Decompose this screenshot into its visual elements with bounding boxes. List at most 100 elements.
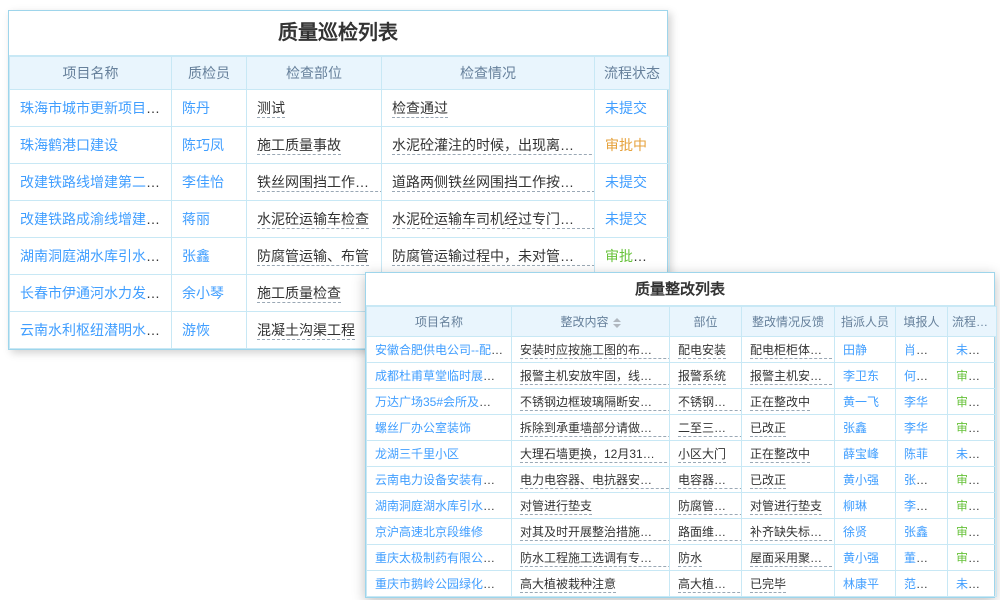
assignee-link[interactable]: 田静 xyxy=(843,343,867,357)
cell-inspector[interactable]: 蒋丽 xyxy=(172,201,247,238)
cell-assignee[interactable]: 张鑫 xyxy=(835,415,896,441)
table-row[interactable]: 湖南洞庭湖水库引水工...张鑫防腐管运输、布管防腐管运输过程中，未对管进行...… xyxy=(10,238,670,275)
table-row[interactable]: 京沪高速北京段维修对其及时开展整治措施，桥头...路面维修检...补齐缺失标志.… xyxy=(367,519,997,545)
reporter-link[interactable]: 陈菲 xyxy=(904,447,928,461)
assignee-link[interactable]: 徐贤 xyxy=(843,525,867,539)
project-name-link[interactable]: 湖南洞庭湖水库引水工... xyxy=(20,248,172,264)
cell-assignee[interactable]: 柳琳 xyxy=(835,493,896,519)
table-row[interactable]: 重庆市鹅岭公园绿化景观提升...高大植被栽种注意高大植被栽种已完毕林康平范思哲未… xyxy=(367,571,997,597)
cell-project-name[interactable]: 龙湖三千里小区 xyxy=(367,441,512,467)
project-name-link[interactable]: 螺丝厂办公室装饰 xyxy=(375,421,471,435)
sort-icon[interactable] xyxy=(613,316,621,330)
reporter-link[interactable]: 肖亚军 xyxy=(904,343,940,357)
cell-project-name[interactable]: 长春市伊通河水力发电... xyxy=(10,275,172,312)
reporter-link[interactable]: 张小东 xyxy=(904,473,940,487)
project-name-link[interactable]: 湖南洞庭湖水库引水工程施工1标 xyxy=(375,499,512,513)
cell-project-name[interactable]: 湖南洞庭湖水库引水工程施工1标 xyxy=(367,493,512,519)
assignee-link[interactable]: 林康平 xyxy=(843,577,879,591)
project-name-link[interactable]: 龙湖三千里小区 xyxy=(375,447,459,461)
cell-inspector[interactable]: 陈巧凤 xyxy=(172,127,247,164)
cell-reporter[interactable]: 李华 xyxy=(896,389,948,415)
cell-project-name[interactable]: 重庆太极制药有限公司亳州中... xyxy=(367,545,512,571)
reporter-link[interactable]: 董清平 xyxy=(904,551,940,565)
cell-project-name[interactable]: 螺丝厂办公室装饰 xyxy=(367,415,512,441)
cell-assignee[interactable]: 田静 xyxy=(835,337,896,363)
cell-reporter[interactable]: 肖亚军 xyxy=(896,337,948,363)
cell-assignee[interactable]: 徐贤 xyxy=(835,519,896,545)
table-row[interactable]: 云南电力设备安装有限公司20...电力电容器、电抗器安装方案,...电容器安装.… xyxy=(367,467,997,493)
cell-reporter[interactable]: 范思哲 xyxy=(896,571,948,597)
cell-assignee[interactable]: 李卫东 xyxy=(835,363,896,389)
cell-project-name[interactable]: 云南电力设备安装有限公司20... xyxy=(367,467,512,493)
cell-project-name[interactable]: 重庆市鹅岭公园绿化景观提升... xyxy=(367,571,512,597)
cell-inspector[interactable]: 余小琴 xyxy=(172,275,247,312)
inspector-link[interactable]: 陈丹 xyxy=(182,100,210,116)
cell-inspector[interactable]: 张鑫 xyxy=(172,238,247,275)
cell-project-name[interactable]: 珠海鹤港口建设 xyxy=(10,127,172,164)
assignee-link[interactable]: 黄小强 xyxy=(843,473,879,487)
project-name-link[interactable]: 万达广场35#会所及咖啡厅空... xyxy=(375,395,512,409)
cell-assignee[interactable]: 薛宝峰 xyxy=(835,441,896,467)
assignee-link[interactable]: 张鑫 xyxy=(843,421,867,435)
cell-inspector[interactable]: 陈丹 xyxy=(172,90,247,127)
cell-inspector[interactable]: 游恢 xyxy=(172,312,247,349)
inspector-link[interactable]: 余小琴 xyxy=(182,285,224,301)
assignee-link[interactable]: 薛宝峰 xyxy=(843,447,879,461)
cell-project-name[interactable]: 万达广场35#会所及咖啡厅空... xyxy=(367,389,512,415)
project-name-link[interactable]: 云南电力设备安装有限公司20... xyxy=(375,473,512,487)
inspector-link[interactable]: 蒋丽 xyxy=(182,211,210,227)
table-row[interactable]: 螺丝厂办公室装饰拆除到承重墙部分请做好加固...二至三楼混...已改正张鑫李华审… xyxy=(367,415,997,441)
project-name-link[interactable]: 云南水利枢纽潜明水库... xyxy=(20,322,172,338)
inspector-link[interactable]: 张鑫 xyxy=(182,248,210,264)
assignee-link[interactable]: 黄一飞 xyxy=(843,395,879,409)
cell-project-name[interactable]: 云南水利枢纽潜明水库... xyxy=(10,312,172,349)
table-row[interactable]: 湖南洞庭湖水库引水工程施工1标对管进行垫支防腐管运输...对管进行垫支柳琳李若若… xyxy=(367,493,997,519)
cell-project-name[interactable]: 改建铁路线增建第二线... xyxy=(10,164,172,201)
reporter-link[interactable]: 李华 xyxy=(904,421,928,435)
assignee-link[interactable]: 黄小强 xyxy=(843,551,879,565)
reporter-link[interactable]: 李若若 xyxy=(904,499,940,513)
inspector-link[interactable]: 游恢 xyxy=(182,322,210,338)
table-row[interactable]: 重庆太极制药有限公司亳州中...防水工程施工选调有专业资质...防水屋面采用聚氨… xyxy=(367,545,997,571)
cell-reporter[interactable]: 何芷萌 xyxy=(896,363,948,389)
table-row[interactable]: 万达广场35#会所及咖啡厅空...不锈钢边框玻璃隔断安装不牢...不锈钢安装..… xyxy=(367,389,997,415)
cell-assignee[interactable]: 黄一飞 xyxy=(835,389,896,415)
project-name-link[interactable]: 重庆太极制药有限公司亳州中... xyxy=(375,551,512,565)
cell-project-name[interactable]: 改建铁路成渝线增建第... xyxy=(10,201,172,238)
project-name-link[interactable]: 长春市伊通河水力发电... xyxy=(20,285,172,301)
project-name-link[interactable]: 改建铁路线增建第二线... xyxy=(20,174,172,190)
cell-project-name[interactable]: 珠海市城市更新项目紫... xyxy=(10,90,172,127)
reporter-link[interactable]: 范思哲 xyxy=(904,577,940,591)
assignee-link[interactable]: 柳琳 xyxy=(843,499,867,513)
project-name-link[interactable]: 京沪高速北京段维修 xyxy=(375,525,483,539)
table-row[interactable]: 龙湖三千里小区大理石墙更换，12月31日之...小区大门正在整改中薛宝峰陈菲未提… xyxy=(367,441,997,467)
cell-inspector[interactable]: 李佳怡 xyxy=(172,164,247,201)
table-row[interactable]: 成都杜甫草堂临时展厅独立展...报警主机安放牢固，线缆连接...报警系统报警主机… xyxy=(367,363,997,389)
cell-reporter[interactable]: 张小东 xyxy=(896,467,948,493)
table-row[interactable]: 珠海鹤港口建设陈巧凤施工质量事故水泥砼灌注的时候，出现离析现象审批中 xyxy=(10,127,670,164)
cell-project-name[interactable]: 成都杜甫草堂临时展厅独立展... xyxy=(367,363,512,389)
cell-reporter[interactable]: 陈菲 xyxy=(896,441,948,467)
cell-assignee[interactable]: 黄小强 xyxy=(835,467,896,493)
cell-reporter[interactable]: 李华 xyxy=(896,415,948,441)
inspector-link[interactable]: 李佳怡 xyxy=(182,174,224,190)
table-row[interactable]: 改建铁路成渝线增建第...蒋丽水泥砼运输车检查水泥砼运输车司机经过专门培训...… xyxy=(10,201,670,238)
reporter-link[interactable]: 何芷萌 xyxy=(904,369,940,383)
cell-assignee[interactable]: 林康平 xyxy=(835,571,896,597)
table-row[interactable]: 安徽合肥供电公司--配电设备...安装时应按施工图的布置，将...配电安装配电柜… xyxy=(367,337,997,363)
project-name-link[interactable]: 珠海鹤港口建设 xyxy=(20,137,118,153)
project-name-link[interactable]: 改建铁路成渝线增建第... xyxy=(20,211,172,227)
reporter-link[interactable]: 张鑫 xyxy=(904,525,928,539)
project-name-link[interactable]: 珠海市城市更新项目紫... xyxy=(20,100,172,116)
project-name-link[interactable]: 安徽合肥供电公司--配电设备... xyxy=(375,343,512,357)
assignee-link[interactable]: 李卫东 xyxy=(843,369,879,383)
cell-assignee[interactable]: 黄小强 xyxy=(835,545,896,571)
table-row[interactable]: 改建铁路线增建第二线...李佳怡铁丝网围挡工作检查道路两侧铁丝网围挡工作按设计.… xyxy=(10,164,670,201)
cell-project-name[interactable]: 京沪高速北京段维修 xyxy=(367,519,512,545)
reporter-link[interactable]: 李华 xyxy=(904,395,928,409)
inspector-link[interactable]: 陈巧凤 xyxy=(182,137,224,153)
cell-project-name[interactable]: 安徽合肥供电公司--配电设备... xyxy=(367,337,512,363)
project-name-link[interactable]: 重庆市鹅岭公园绿化景观提升... xyxy=(375,577,512,591)
cell-reporter[interactable]: 董清平 xyxy=(896,545,948,571)
column-header-rectify-content[interactable]: 整改内容 xyxy=(512,307,670,337)
